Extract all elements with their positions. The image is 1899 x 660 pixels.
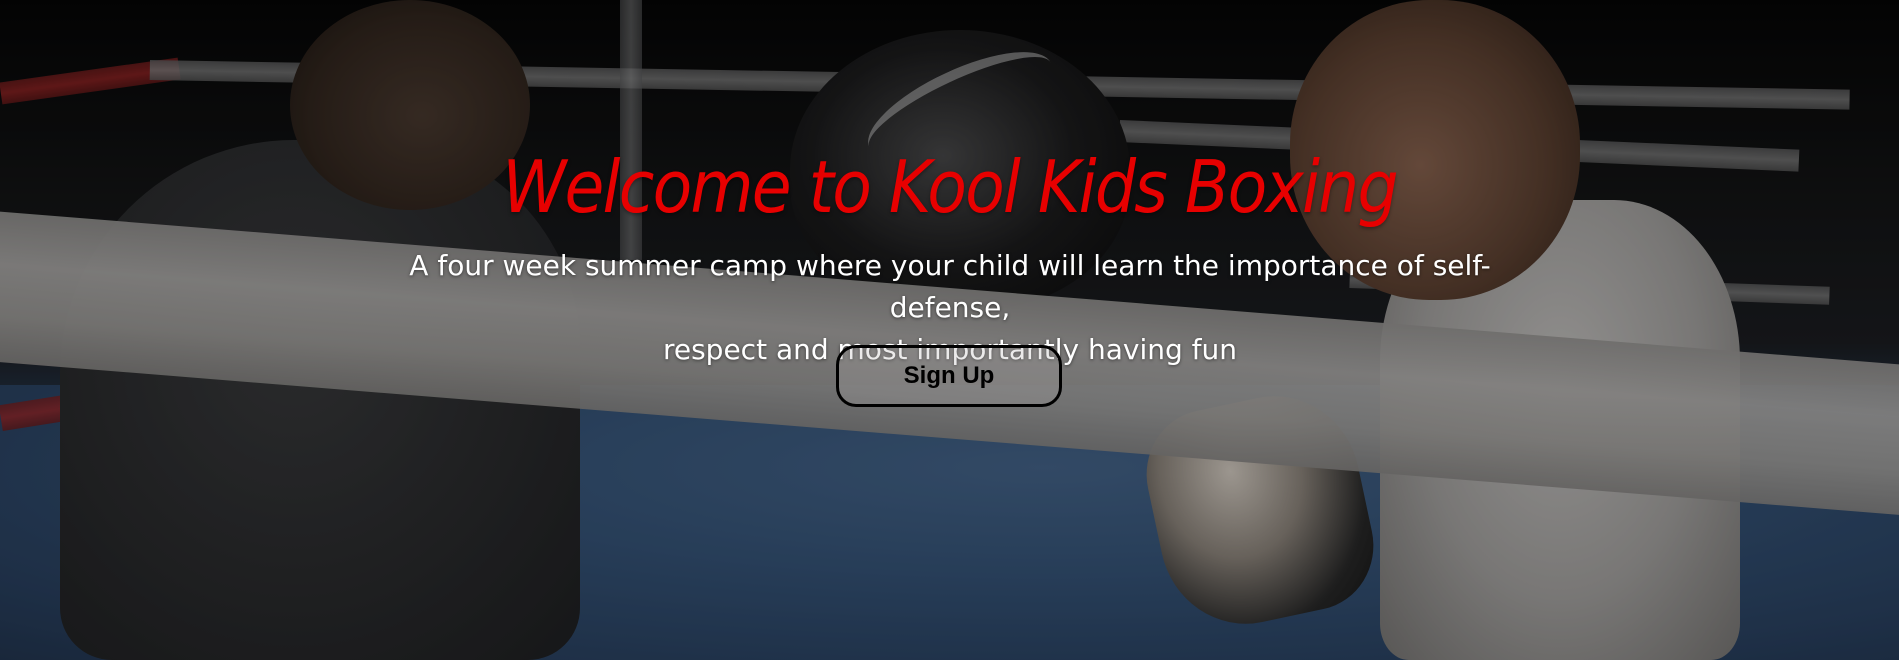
sign-up-button[interactable]: Sign Up bbox=[836, 345, 1062, 407]
subtitle-line-1: A four week summer camp where your child… bbox=[409, 249, 1491, 324]
hero-section: Welcome to Kool Kids Boxing A four week … bbox=[0, 0, 1899, 660]
page-title: Welcome to Kool Kids Boxing bbox=[502, 145, 1398, 229]
hero-content: Welcome to Kool Kids Boxing A four week … bbox=[0, 0, 1899, 660]
